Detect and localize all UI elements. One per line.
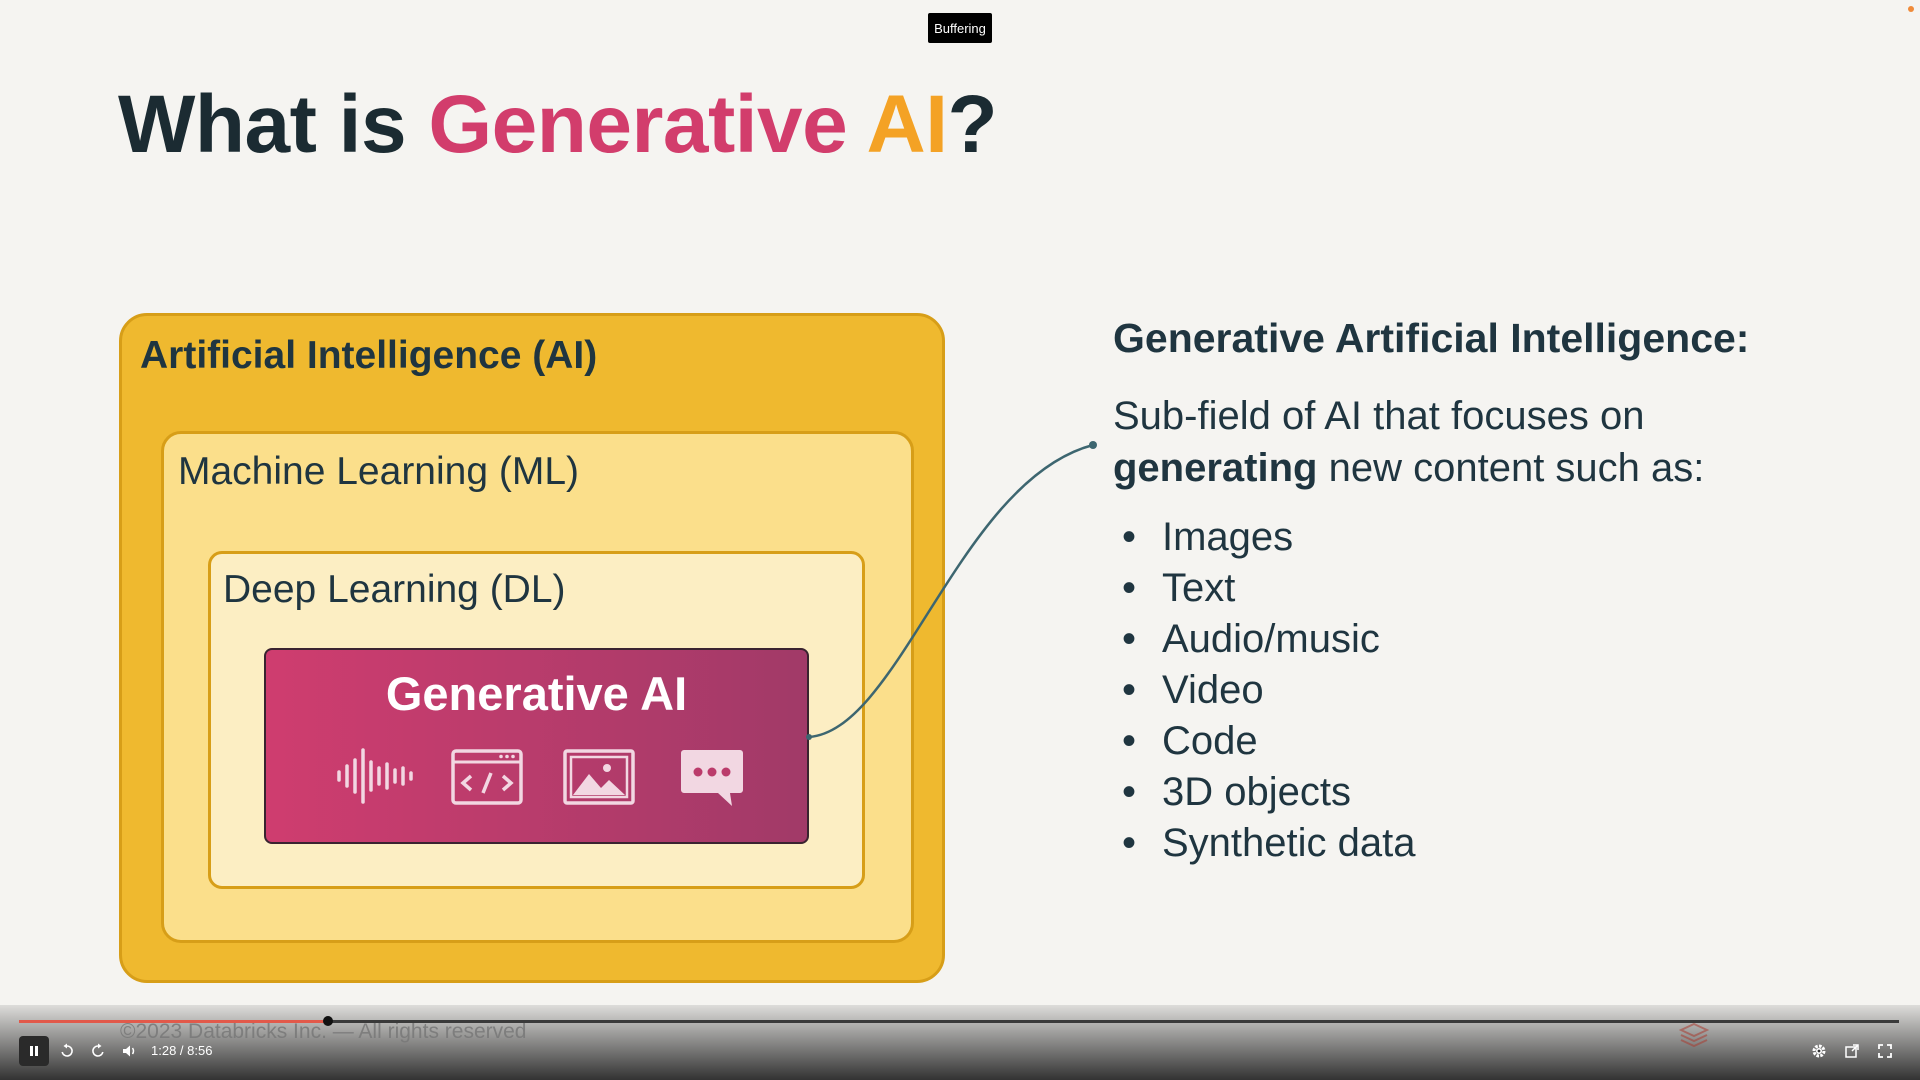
definition-heading: Generative Artificial Intelligence: [1113, 315, 1750, 361]
list-item: • Video [1122, 668, 1264, 712]
dl-label: Deep Learning (DL) [223, 568, 566, 611]
forward-icon [92, 1043, 104, 1057]
volume-icon [123, 1045, 135, 1057]
slide-title: What is Generative AI? [118, 78, 998, 172]
audio-waveform-icon [337, 748, 413, 804]
fullscreen-button[interactable] [1872, 1036, 1898, 1066]
time-display: 1:28 / 8:56 [151, 1043, 213, 1058]
progress-fill [19, 1020, 328, 1023]
status-dot [1908, 6, 1914, 12]
list-item: • 3D objects [1122, 770, 1351, 814]
title-space [847, 79, 866, 170]
title-ai: AI [866, 79, 949, 170]
settings-button[interactable] [1806, 1036, 1832, 1066]
gear-icon [1812, 1044, 1826, 1058]
forward-button[interactable] [85, 1036, 111, 1066]
definition-line-2-rest: new content such as: [1317, 446, 1705, 490]
code-window-icon [451, 749, 523, 805]
list-item: • Images [1122, 515, 1294, 559]
progress-handle[interactable] [322, 1016, 333, 1026]
ai-label: Artificial Intelligence (AI) [140, 334, 598, 377]
ml-label: Machine Learning (ML) [178, 450, 580, 493]
rewind-button[interactable] [54, 1036, 80, 1066]
image-icon [563, 749, 635, 805]
popout-button[interactable] [1839, 1036, 1865, 1066]
content-types-list: • Images • Text • Audio/music • Video • Code … [1122, 512, 1416, 869]
list-item: • Text [1122, 566, 1236, 610]
definition-text: Sub-field of AI that focuses on generati… [1113, 390, 1833, 494]
buffering-badge: Buffering [928, 13, 992, 43]
pause-icon [30, 1046, 38, 1056]
generative-ai-label: Generative AI [385, 667, 688, 720]
volume-button[interactable] [117, 1036, 143, 1066]
pause-button[interactable] [19, 1036, 49, 1066]
fullscreen-icon [1878, 1044, 1892, 1058]
chat-bubble-icon [681, 750, 743, 806]
title-generative: Generative [428, 79, 848, 170]
generating-bold: generating [1113, 446, 1318, 490]
list-item: • Synthetic data [1122, 821, 1416, 865]
list-item: • Audio/music [1122, 617, 1380, 661]
definition-line-1: Sub-field of AI that focuses on [1113, 394, 1645, 438]
databricks-logo-icon [1679, 1022, 1709, 1048]
title-prefix: What is [118, 79, 429, 170]
rewind-icon [61, 1043, 73, 1057]
title-suffix: ? [947, 79, 998, 170]
definition-line-2: generating new content such as: [1113, 442, 1833, 494]
popout-icon [1845, 1044, 1859, 1058]
list-item: • Code [1122, 719, 1258, 763]
